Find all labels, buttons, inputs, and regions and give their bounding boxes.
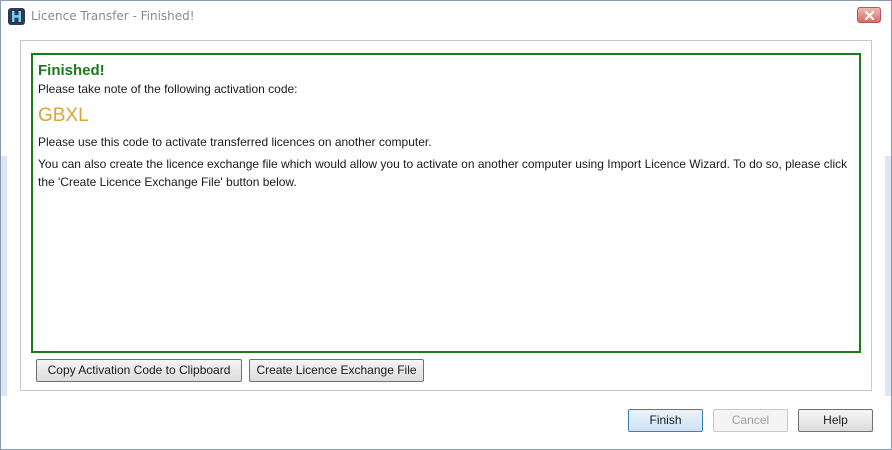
- exchange-info-text: You can also create the licence exchange…: [38, 157, 848, 189]
- close-icon: [864, 10, 875, 21]
- instruction-text: Please use this code to activate transfe…: [38, 135, 432, 149]
- left-edge-accent: [1, 156, 7, 396]
- right-edge-accent: [885, 156, 891, 396]
- create-licence-exchange-file-button[interactable]: Create Licence Exchange File: [249, 359, 424, 382]
- title-bar[interactable]: Licence Transfer - Finished!: [1, 1, 891, 33]
- activation-code: GBXL: [38, 105, 89, 126]
- copy-activation-code-button[interactable]: Copy Activation Code to Clipboard: [36, 359, 242, 382]
- help-button[interactable]: Help: [798, 409, 873, 432]
- close-button[interactable]: [857, 7, 881, 23]
- finished-heading: Finished!: [38, 62, 105, 79]
- finish-button[interactable]: Finish: [628, 409, 703, 432]
- note-text: Please take note of the following activa…: [38, 82, 298, 96]
- window-title: Licence Transfer - Finished!: [31, 9, 195, 23]
- app-logo-icon: [8, 8, 25, 25]
- result-box: [31, 53, 861, 353]
- cancel-button: Cancel: [713, 409, 788, 432]
